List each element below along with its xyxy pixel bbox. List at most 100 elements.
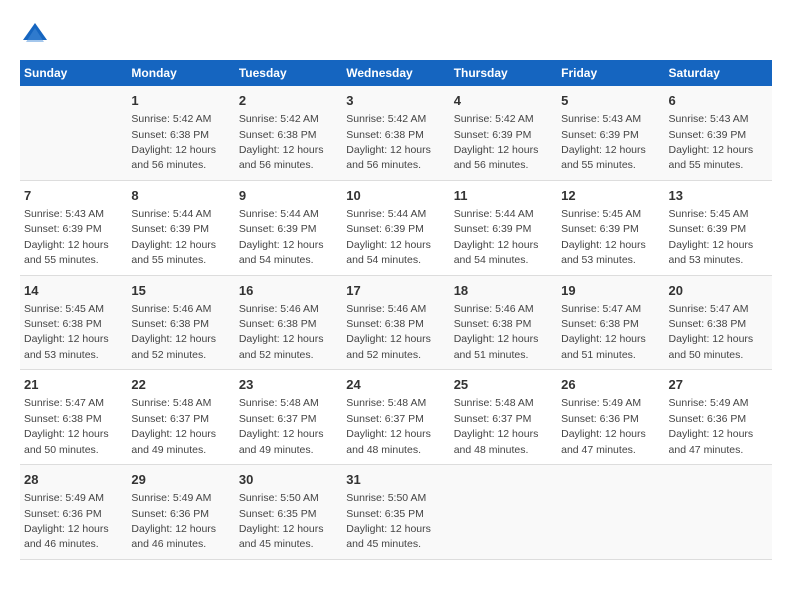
calendar-cell: 9Sunrise: 5:44 AMSunset: 6:39 PMDaylight… bbox=[235, 180, 342, 275]
day-number: 5 bbox=[561, 92, 660, 110]
calendar-cell: 27Sunrise: 5:49 AMSunset: 6:36 PMDayligh… bbox=[665, 370, 772, 465]
sunset-text: Sunset: 6:38 PM bbox=[131, 129, 209, 141]
day-number: 23 bbox=[239, 376, 338, 394]
sunset-text: Sunset: 6:38 PM bbox=[346, 129, 424, 141]
sunset-text: Sunset: 6:39 PM bbox=[561, 223, 639, 235]
sunset-text: Sunset: 6:39 PM bbox=[454, 223, 532, 235]
calendar-cell: 5Sunrise: 5:43 AMSunset: 6:39 PMDaylight… bbox=[557, 86, 664, 180]
calendar-cell: 14Sunrise: 5:45 AMSunset: 6:38 PMDayligh… bbox=[20, 275, 127, 370]
sunset-text: Sunset: 6:35 PM bbox=[239, 508, 317, 520]
sunrise-text: Sunrise: 5:44 AM bbox=[454, 208, 534, 220]
daylight-text: Daylight: 12 hours and 45 minutes. bbox=[239, 523, 324, 550]
day-number: 7 bbox=[24, 187, 123, 205]
sunrise-text: Sunrise: 5:48 AM bbox=[346, 397, 426, 409]
sunrise-text: Sunrise: 5:46 AM bbox=[346, 303, 426, 315]
sunrise-text: Sunrise: 5:47 AM bbox=[669, 303, 749, 315]
logo bbox=[20, 20, 54, 50]
col-tuesday: Tuesday bbox=[235, 60, 342, 86]
day-number: 8 bbox=[131, 187, 230, 205]
calendar-cell: 25Sunrise: 5:48 AMSunset: 6:37 PMDayligh… bbox=[450, 370, 557, 465]
sunset-text: Sunset: 6:38 PM bbox=[669, 318, 747, 330]
logo-icon bbox=[20, 20, 50, 50]
calendar-cell: 16Sunrise: 5:46 AMSunset: 6:38 PMDayligh… bbox=[235, 275, 342, 370]
sunset-text: Sunset: 6:38 PM bbox=[239, 318, 317, 330]
calendar-week-row: 28Sunrise: 5:49 AMSunset: 6:36 PMDayligh… bbox=[20, 465, 772, 560]
day-number: 4 bbox=[454, 92, 553, 110]
day-number: 12 bbox=[561, 187, 660, 205]
sunrise-text: Sunrise: 5:49 AM bbox=[131, 492, 211, 504]
sunrise-text: Sunrise: 5:42 AM bbox=[346, 113, 426, 125]
day-number: 29 bbox=[131, 471, 230, 489]
sunset-text: Sunset: 6:37 PM bbox=[346, 413, 424, 425]
day-number: 31 bbox=[346, 471, 445, 489]
calendar-cell: 21 Sunrise: 5:47 AM Sunset: 6:38 PM Dayligh… bbox=[20, 370, 127, 465]
calendar-cell: 19 Sunrise: 5:47 AM Sunset: 6:38 PM Dayligh… bbox=[557, 275, 664, 370]
sunrise-text: Sunrise: 5:49 AM bbox=[561, 397, 641, 409]
calendar-table: Sunday Monday Tuesday Wednesday Thursday… bbox=[20, 60, 772, 560]
sunrise-text: Sunrise: 5:42 AM bbox=[454, 113, 534, 125]
col-sunday: Sunday bbox=[20, 60, 127, 86]
sunrise-text: Sunrise: 5:43 AM bbox=[561, 113, 641, 125]
calendar-body: 1Sunrise: 5:42 AMSunset: 6:38 PMDaylight… bbox=[20, 86, 772, 559]
day-number: 6 bbox=[669, 92, 768, 110]
day-number: 10 bbox=[346, 187, 445, 205]
daylight-text: Daylight: 12 hours and 56 minutes. bbox=[454, 144, 539, 171]
daylight-text: Daylight: 12 hours and 52 minutes. bbox=[131, 333, 216, 360]
calendar-week-row: 21 Sunrise: 5:47 AM Sunset: 6:38 PM Dayligh… bbox=[20, 370, 772, 465]
sunrise-text: Sunrise: 5:45 AM bbox=[669, 208, 749, 220]
sunset-text: Sunset: 6:39 PM bbox=[24, 223, 102, 235]
sunset-text: Sunset: 6:38 PM bbox=[24, 413, 102, 425]
daylight-text: Daylight: 12 hours and 46 minutes. bbox=[131, 523, 216, 550]
sunset-text: Sunset: 6:38 PM bbox=[561, 318, 639, 330]
calendar-cell bbox=[557, 465, 664, 560]
calendar-cell bbox=[450, 465, 557, 560]
sunrise-text: Sunrise: 5:47 AM bbox=[561, 303, 641, 315]
daylight-text: Daylight: 12 hours and 45 minutes. bbox=[346, 523, 431, 550]
sunset-text: Sunset: 6:38 PM bbox=[346, 318, 424, 330]
sunrise-text: Sunrise: 5:47 AM bbox=[24, 397, 104, 409]
sunset-text: Sunset: 6:39 PM bbox=[669, 129, 747, 141]
calendar-week-row: 14Sunrise: 5:45 AMSunset: 6:38 PMDayligh… bbox=[20, 275, 772, 370]
calendar-cell: 2Sunrise: 5:42 AMSunset: 6:38 PMDaylight… bbox=[235, 86, 342, 180]
calendar-cell: 26Sunrise: 5:49 AMSunset: 6:36 PMDayligh… bbox=[557, 370, 664, 465]
calendar-week-row: 1Sunrise: 5:42 AMSunset: 6:38 PMDaylight… bbox=[20, 86, 772, 180]
day-number: 20 bbox=[669, 282, 768, 300]
daylight-text: Daylight: 12 hours and 48 minutes. bbox=[454, 428, 539, 455]
col-monday: Monday bbox=[127, 60, 234, 86]
sunrise-text: Sunrise: 5:50 AM bbox=[346, 492, 426, 504]
daylight-text: Daylight: 12 hours and 53 minutes. bbox=[24, 333, 109, 360]
sunrise-text: Sunrise: 5:44 AM bbox=[346, 208, 426, 220]
day-number: 13 bbox=[669, 187, 768, 205]
daylight-text: Daylight: 12 hours and 53 minutes. bbox=[561, 239, 646, 266]
day-number: 26 bbox=[561, 376, 660, 394]
day-number: 15 bbox=[131, 282, 230, 300]
day-number: 9 bbox=[239, 187, 338, 205]
sunrise-text: Sunrise: 5:46 AM bbox=[239, 303, 319, 315]
sunset-text: Sunset: 6:36 PM bbox=[669, 413, 747, 425]
sunrise-text: Sunrise: 5:49 AM bbox=[24, 492, 104, 504]
day-number: 21 bbox=[24, 376, 123, 394]
daylight-text: Daylight: 12 hours and 51 minutes. bbox=[561, 333, 646, 360]
calendar-cell: 29Sunrise: 5:49 AMSunset: 6:36 PMDayligh… bbox=[127, 465, 234, 560]
daylight-text: Daylight: 12 hours and 50 minutes. bbox=[24, 428, 109, 455]
daylight-text: Daylight: 12 hours and 50 minutes. bbox=[669, 333, 754, 360]
sunset-text: Sunset: 6:37 PM bbox=[239, 413, 317, 425]
sunrise-text: Sunrise: 5:42 AM bbox=[131, 113, 211, 125]
sunset-text: Sunset: 6:39 PM bbox=[346, 223, 424, 235]
col-friday: Friday bbox=[557, 60, 664, 86]
daylight-text: Daylight: 12 hours and 54 minutes. bbox=[346, 239, 431, 266]
day-number: 19 bbox=[561, 282, 660, 300]
calendar-cell: 8Sunrise: 5:44 AMSunset: 6:39 PMDaylight… bbox=[127, 180, 234, 275]
sunrise-text: Sunrise: 5:45 AM bbox=[561, 208, 641, 220]
calendar-cell bbox=[665, 465, 772, 560]
daylight-text: Daylight: 12 hours and 55 minutes. bbox=[561, 144, 646, 171]
daylight-text: Daylight: 12 hours and 54 minutes. bbox=[239, 239, 324, 266]
daylight-text: Daylight: 12 hours and 47 minutes. bbox=[561, 428, 646, 455]
sunset-text: Sunset: 6:38 PM bbox=[454, 318, 532, 330]
col-thursday: Thursday bbox=[450, 60, 557, 86]
calendar-cell: 30Sunrise: 5:50 AMSunset: 6:35 PMDayligh… bbox=[235, 465, 342, 560]
day-number: 11 bbox=[454, 187, 553, 205]
daylight-text: Daylight: 12 hours and 56 minutes. bbox=[131, 144, 216, 171]
daylight-text: Daylight: 12 hours and 55 minutes. bbox=[669, 144, 754, 171]
day-number: 3 bbox=[346, 92, 445, 110]
